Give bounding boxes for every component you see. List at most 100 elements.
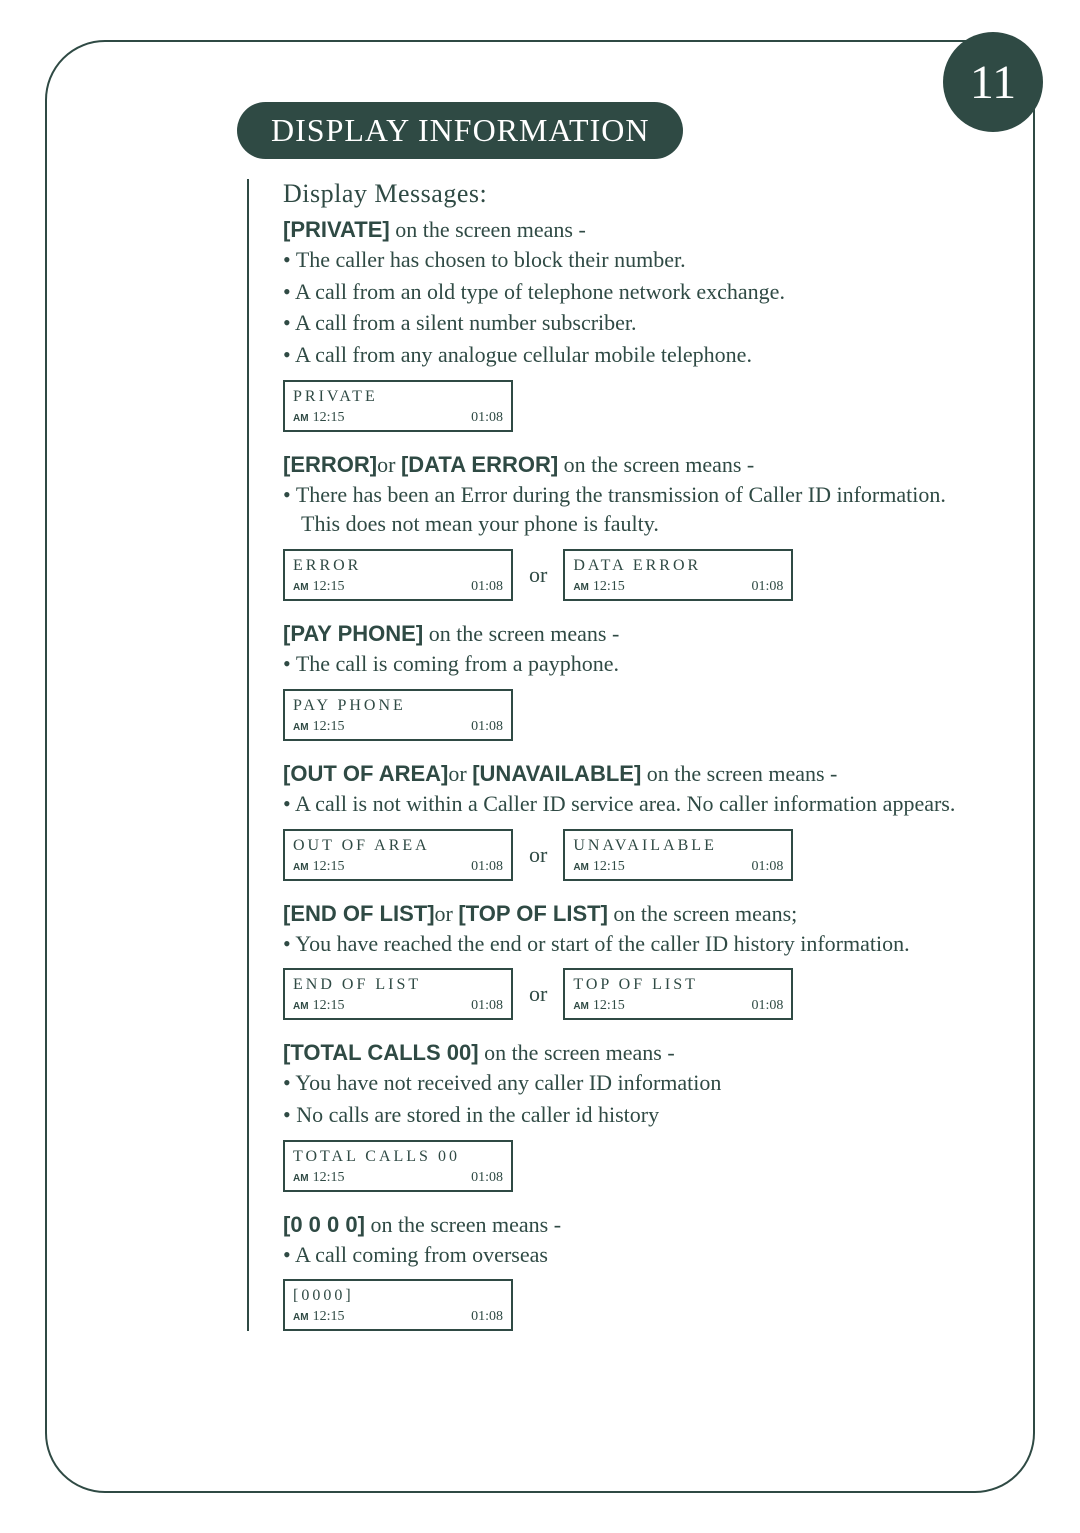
lcd-timebar: AM12:15 01:08 — [293, 998, 503, 1014]
lcd-label: [0000] — [293, 1287, 503, 1305]
section-zeros: [0 0 0 0] on the screen means - A call c… — [283, 1212, 963, 1332]
lcd-left: AM12:15 — [293, 998, 344, 1014]
lcd-timebar: AM12:15 01:08 — [573, 859, 783, 875]
lcd-time: 12:15 — [593, 579, 625, 594]
tag-top-of-list: [TOP OF LIST] — [458, 901, 608, 926]
lcd-out-of-area: OUT OF AREA AM12:15 01:08 — [283, 829, 513, 881]
lcd-total-calls: TOTAL CALLS 00 AM12:15 01:08 — [283, 1140, 513, 1192]
lcd-left: AM 12:15 — [293, 859, 344, 875]
lcd-row: END OF LIST AM12:15 01:08 or TOP OF LIST… — [283, 968, 963, 1020]
lcd-row: PRIVATE AM 12:15 01:08 — [283, 380, 963, 432]
lcd-zeros: [0000] AM 12:15 01:08 — [283, 1279, 513, 1331]
msg-line: [END OF LIST]or [TOP OF LIST] on the scr… — [283, 901, 963, 927]
lcd-dur: 01:08 — [471, 719, 503, 735]
page-number-badge: 11 — [943, 32, 1043, 132]
lcd-left: AM12:15 — [293, 579, 344, 595]
tag-data-error: [DATA ERROR] — [401, 452, 558, 477]
lcd-am: AM — [573, 582, 589, 593]
lcd-label: UNAVAILABLE — [573, 837, 783, 855]
content-column: Display Messages: [PRIVATE] on the scree… — [247, 179, 963, 1331]
or-text: or — [435, 901, 453, 926]
msg-line: [OUT OF AREA]or [UNAVAILABLE] on the scr… — [283, 761, 963, 787]
lcd-row: [0000] AM 12:15 01:08 — [283, 1279, 963, 1331]
bullet: A call from any analogue cellular mobile… — [283, 340, 963, 370]
lcd-left: AM12:15 — [573, 859, 624, 875]
lcd-time: 12:15 — [313, 579, 345, 594]
lcd-timebar: AM 12:15 01:08 — [293, 410, 503, 426]
lcd-am: AM — [293, 1001, 309, 1012]
lcd-label: DATA ERROR — [573, 557, 783, 575]
tag-zeros: [0 0 0 0] — [283, 1212, 365, 1237]
lcd-row: OUT OF AREA AM12:15 01:08 or UNAVAILABLE… — [283, 829, 963, 881]
lcd-am: AM — [293, 1173, 309, 1184]
msg-line: [ERROR]or [DATA ERROR] on the screen mea… — [283, 452, 963, 478]
lcd-row: PAY PHONE AM12:15 01:08 — [283, 689, 963, 741]
tag-private: [PRIVATE] — [283, 217, 390, 242]
suffix: on the screen means - — [423, 621, 619, 646]
or-separator: or — [529, 842, 547, 868]
lcd-time: 12:15 — [313, 859, 345, 874]
lcd-label: ERROR — [293, 557, 503, 575]
bullet: A call coming from overseas — [283, 1240, 963, 1270]
section-total-calls: [TOTAL CALLS 00] on the screen means - Y… — [283, 1040, 963, 1191]
bullets: The call is coming from a payphone. — [283, 649, 963, 679]
lcd-dur: 01:08 — [471, 579, 503, 595]
or-text: or — [448, 761, 466, 786]
lcd-label: PAY PHONE — [293, 697, 503, 715]
page: 11 DISPLAY INFORMATION Display Messages:… — [0, 0, 1080, 1533]
lcd-timebar: AM12:15 01:08 — [293, 1170, 503, 1186]
lcd-dur: 01:08 — [471, 410, 503, 426]
lcd-end-of-list: END OF LIST AM12:15 01:08 — [283, 968, 513, 1020]
lcd-timebar: AM12:15 01:08 — [293, 719, 503, 735]
msg-line: [0 0 0 0] on the screen means - — [283, 1212, 963, 1238]
lcd-top-of-list: TOP OF LIST AM12:15 01:08 — [563, 968, 793, 1020]
lcd-label: TOTAL CALLS 00 — [293, 1148, 503, 1166]
lcd-am: AM — [573, 1001, 589, 1012]
bullet: A call is not within a Caller ID service… — [283, 789, 963, 819]
page-frame: 11 DISPLAY INFORMATION Display Messages:… — [45, 40, 1035, 1493]
lcd-am: AM — [293, 1312, 309, 1323]
lcd-am: AM — [293, 413, 309, 424]
section-pay-phone: [PAY PHONE] on the screen means - The ca… — [283, 621, 963, 741]
or-separator: or — [529, 562, 547, 588]
lcd-data-error: DATA ERROR AM12:15 01:08 — [563, 549, 793, 601]
bullet: No calls are stored in the caller id his… — [283, 1100, 963, 1130]
suffix: on the screen means - — [641, 761, 837, 786]
bullets: You have reached the end or start of the… — [283, 929, 963, 959]
bullets: The caller has chosen to block their num… — [283, 245, 963, 370]
bullet: The call is coming from a payphone. — [283, 649, 963, 679]
msg-line: [PAY PHONE] on the screen means - — [283, 621, 963, 647]
tag-out-of-area: [OUT OF AREA] — [283, 761, 448, 786]
suffix: on the screen means - — [390, 217, 586, 242]
lcd-dur: 01:08 — [471, 859, 503, 875]
section-error: [ERROR]or [DATA ERROR] on the screen mea… — [283, 452, 963, 601]
bullet: You have not received any caller ID info… — [283, 1068, 963, 1098]
bullet: A call from an old type of telephone net… — [283, 277, 963, 307]
lcd-row: ERROR AM12:15 01:08 or DATA ERROR AM12:1… — [283, 549, 963, 601]
lcd-label: END OF LIST — [293, 976, 503, 994]
lcd-time: 12:15 — [313, 1309, 345, 1324]
lcd-time: 12:15 — [313, 1170, 345, 1185]
lcd-pay-phone: PAY PHONE AM12:15 01:08 — [283, 689, 513, 741]
lcd-unavailable: UNAVAILABLE AM12:15 01:08 — [563, 829, 793, 881]
lcd-label: PRIVATE — [293, 388, 503, 406]
lcd-dur: 01:08 — [751, 998, 783, 1014]
section-end-of-list: [END OF LIST]or [TOP OF LIST] on the scr… — [283, 901, 963, 1021]
lcd-time: 12:15 — [313, 719, 345, 734]
tag-unavailable: [UNAVAILABLE] — [472, 761, 641, 786]
or-text: or — [377, 452, 395, 477]
lcd-left: AM 12:15 — [293, 1309, 344, 1325]
suffix: on the screen means - — [558, 452, 754, 477]
lcd-timebar: AM12:15 01:08 — [293, 579, 503, 595]
lcd-timebar: AM 12:15 01:08 — [293, 859, 503, 875]
lcd-left: AM12:15 — [573, 998, 624, 1014]
lcd-dur: 01:08 — [751, 859, 783, 875]
lcd-time: 12:15 — [313, 410, 345, 425]
lcd-timebar: AM12:15 01:08 — [573, 579, 783, 595]
lcd-am: AM — [293, 862, 309, 873]
msg-line: [TOTAL CALLS 00] on the screen means - — [283, 1040, 963, 1066]
section-private: [PRIVATE] on the screen means - The call… — [283, 217, 963, 432]
lcd-private: PRIVATE AM 12:15 01:08 — [283, 380, 513, 432]
or-separator: or — [529, 981, 547, 1007]
lcd-dur: 01:08 — [471, 1309, 503, 1325]
